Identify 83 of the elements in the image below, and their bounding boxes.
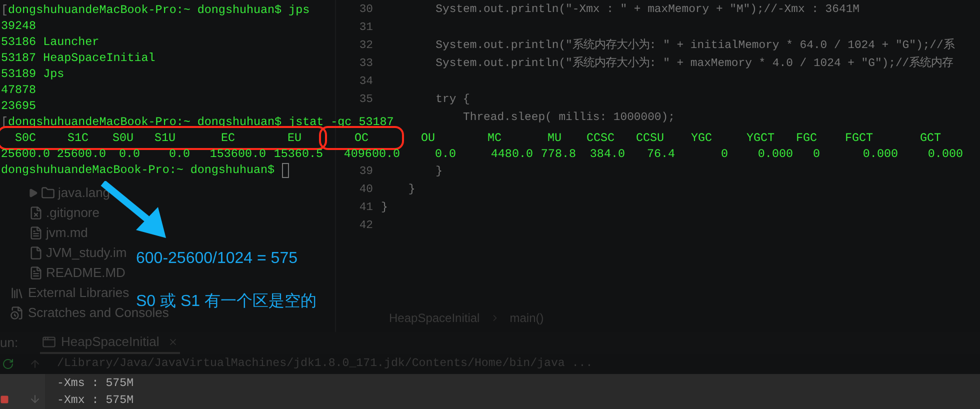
- tree-item[interactable]: jvm.md: [46, 223, 88, 243]
- column-header: S1U: [154, 130, 176, 146]
- tree-item[interactable]: .gitignore: [46, 203, 100, 223]
- stat-value: 25600.0: [0, 146, 50, 162]
- stat-value: 76.4: [646, 146, 675, 162]
- file-icon: [29, 226, 43, 240]
- stat-value: 153600.0: [210, 146, 266, 162]
- line-number: 30: [359, 4, 373, 16]
- stat-value: 0.0: [118, 146, 140, 162]
- code-line: }: [434, 164, 443, 180]
- tree-item[interactable]: README.MD: [46, 263, 126, 283]
- terminal-prompt: dongshuhuandeMacBook-Pro:~ dongshuhuan$ jps: [8, 2, 310, 18]
- column-header: S0U: [112, 130, 134, 146]
- line-number: 32: [359, 40, 373, 52]
- line-number: 40: [359, 184, 373, 196]
- window-icon: [42, 335, 56, 350]
- tree-item[interactable]: JVM_study.im: [46, 243, 127, 263]
- line-number: 35: [359, 94, 373, 106]
- stat-value: 15360.5: [274, 146, 323, 162]
- scratch-file-icon: [10, 306, 24, 320]
- stat-value: 0.000: [862, 146, 898, 162]
- column-header: S0C: [14, 130, 36, 146]
- stat-value: 0.000: [758, 146, 793, 162]
- stat-value: 0.0: [434, 146, 456, 162]
- file-icon: [29, 206, 43, 220]
- column-header: CCSU: [636, 130, 664, 146]
- library-icon: [10, 286, 24, 300]
- stat-value: 384.0: [590, 146, 625, 162]
- close-icon[interactable]: [168, 337, 178, 348]
- terminal-output: 47878: [1, 82, 36, 98]
- stat-value: 0: [812, 146, 820, 162]
- column-header: YGC: [690, 130, 712, 146]
- console-output-line: -Xmx : 575M: [57, 393, 134, 409]
- column-header: EC: [220, 130, 236, 146]
- code-line: System.out.println("系统内存大小为: " + initialMemory * 64.0 / 1024 + "G");//系: [434, 37, 954, 54]
- stat-value: 409600.0: [344, 146, 400, 162]
- expand-arrow-icon[interactable]: [28, 188, 38, 198]
- folder-icon: [41, 186, 55, 200]
- rerun-icon[interactable]: [2, 358, 14, 370]
- column-header: CCSC: [586, 130, 615, 146]
- stat-value: 0: [720, 146, 728, 162]
- code-line: try {: [434, 92, 470, 108]
- column-header: OC: [354, 130, 369, 146]
- column-header: FGCT: [844, 130, 874, 146]
- terminal-output: 23695: [1, 98, 36, 114]
- stat-value: 0.000: [928, 146, 963, 162]
- file-icon: [29, 266, 43, 280]
- column-header: MC: [487, 130, 502, 146]
- code-line: }: [381, 200, 388, 216]
- tree-item[interactable]: External Libraries: [28, 283, 130, 303]
- line-number: 42: [359, 220, 373, 232]
- code-line: System.out.println("-Xmx : " + maxMemory + "M");//-Xmx : 3641M: [434, 2, 860, 18]
- column-header: GCT: [920, 130, 942, 146]
- arrow-down-icon[interactable]: [29, 393, 41, 405]
- stat-value: 0.0: [168, 146, 190, 162]
- column-header: S1C: [67, 130, 89, 146]
- tree-item[interactable]: java.lang: [58, 183, 110, 203]
- column-header: FGC: [796, 130, 818, 146]
- line-number: 33: [359, 58, 373, 70]
- line-number: 41: [359, 202, 373, 214]
- code-line: }: [407, 182, 416, 198]
- line-number: 39: [359, 166, 373, 178]
- stat-value: 778.8: [540, 146, 576, 162]
- terminal-output: 39248: [1, 18, 36, 34]
- annotation-text: 600-25600/1024 = 575: [136, 249, 298, 269]
- line-number: 31: [359, 22, 373, 34]
- stop-icon[interactable]: [0, 394, 9, 404]
- column-header: MU: [547, 130, 562, 146]
- stat-value: 25600.0: [56, 146, 106, 162]
- column-header: YGCT: [746, 130, 775, 146]
- terminal-output: 53187 HeapSpaceInitial: [1, 50, 156, 66]
- file-icon: [29, 246, 43, 260]
- line-number: 34: [359, 76, 373, 88]
- arrow-up-icon[interactable]: [29, 358, 41, 370]
- terminal-output: 53189 Jps: [1, 66, 64, 82]
- selection-mark: [: [1, 2, 8, 18]
- column-header: OU: [420, 130, 436, 146]
- column-header: EU: [287, 130, 302, 146]
- code-line: System.out.println("系统内存大小为: " + maxMemory * 4.0 / 1024 + "G");//系统内存: [434, 55, 954, 72]
- console-output-line: -Xms : 575M: [57, 376, 134, 392]
- stat-value: 4480.0: [490, 146, 533, 162]
- terminal-prompt: dongshuhuandeMacBook-Pro:~ dongshuhuan$: [1, 162, 275, 178]
- terminal-output: 53186 Launcher: [1, 34, 100, 50]
